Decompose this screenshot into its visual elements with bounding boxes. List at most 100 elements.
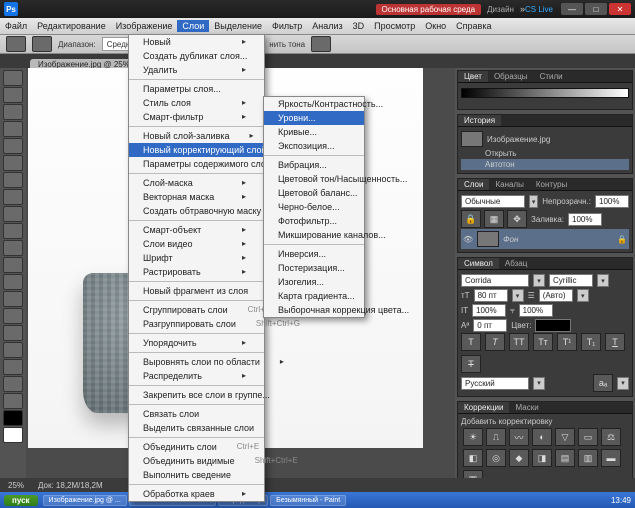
underline-button[interactable]: T — [605, 333, 625, 351]
mi-smart-object[interactable]: Смарт-объект — [129, 223, 264, 237]
subscript-button[interactable]: T₁ — [581, 333, 601, 351]
smi-threshold[interactable]: Изогелия... — [264, 275, 364, 289]
mixer-icon[interactable]: ◆ — [509, 449, 529, 467]
mi-merge[interactable]: Объединить слоиCtrl+E — [129, 440, 264, 454]
mi-duplicate[interactable]: Создать дубликат слоя... — [129, 49, 264, 63]
mi-align[interactable]: Выровнять слои по области — [129, 355, 264, 369]
smi-brightness[interactable]: Яркость/Контрастность... — [264, 97, 364, 111]
tab-layers[interactable]: Слои — [458, 179, 489, 190]
vibrance-icon[interactable]: ▽ — [555, 428, 575, 446]
mi-video-layers[interactable]: Слои видео — [129, 237, 264, 251]
wand-tool[interactable] — [3, 121, 23, 137]
zoom-level[interactable]: 25% — [8, 481, 24, 490]
allcaps-button[interactable]: TT — [509, 333, 529, 351]
menu-window[interactable]: Окно — [420, 20, 451, 32]
eye-icon[interactable]: 👁 — [463, 235, 473, 244]
photofilter-icon[interactable]: ◎ — [486, 449, 506, 467]
mi-type[interactable]: Шрифт — [129, 251, 264, 265]
menu-filter[interactable]: Фильтр — [267, 20, 307, 32]
mi-content-options[interactable]: Параметры содержимого слоя... — [129, 157, 264, 171]
menu-file[interactable]: Файл — [0, 20, 32, 32]
smi-balance[interactable]: Цветовой баланс... — [264, 186, 364, 200]
chevron-down-icon[interactable]: ▾ — [529, 195, 538, 208]
workspace-badge[interactable]: Основная рабочая среда — [376, 4, 482, 15]
pen-tool[interactable] — [3, 308, 23, 324]
chevron-down-icon[interactable]: ▾ — [577, 289, 589, 302]
zoom-tool[interactable] — [3, 393, 23, 409]
smi-gradmap[interactable]: Карта градиента... — [264, 289, 364, 303]
mi-new[interactable]: Новый — [129, 35, 264, 49]
menu-layers[interactable]: Слои — [177, 20, 209, 32]
italic-button[interactable]: T — [485, 333, 505, 351]
font-style[interactable]: Cyrillic — [549, 274, 593, 287]
chevron-down-icon[interactable]: ▾ — [533, 377, 545, 390]
history-step-autotone[interactable]: Автотон — [461, 159, 629, 170]
tab-character[interactable]: Символ — [458, 258, 499, 269]
mi-ungroup[interactable]: Разгруппировать слоиShift+Ctrl+G — [129, 317, 264, 331]
eyedropper-tool[interactable] — [3, 155, 23, 171]
hand-tool[interactable] — [3, 376, 23, 392]
mi-distribute[interactable]: Распределить — [129, 369, 264, 383]
mi-delete[interactable]: Удалить — [129, 63, 264, 77]
mi-adjustment-layer[interactable]: Новый корректирующий слой — [129, 143, 264, 157]
v-scale[interactable]: 100% — [519, 304, 553, 317]
lock-icon[interactable]: 🔒 — [461, 210, 481, 228]
cslive-link[interactable]: CS Live — [525, 5, 553, 14]
dodge-tool[interactable] — [3, 291, 23, 307]
tab-color[interactable]: Цвет — [458, 71, 488, 82]
history-brush-tool[interactable] — [3, 223, 23, 239]
hue-icon[interactable]: ▭ — [578, 428, 598, 446]
baseline-shift[interactable]: 0 пт — [473, 319, 507, 332]
lock-position-icon[interactable]: ✥ — [507, 210, 527, 228]
mi-slice-from-layer[interactable]: Новый фрагмент из слоя — [129, 284, 264, 298]
layer-background[interactable]: 👁 Фон 🔒 — [461, 229, 629, 249]
smi-bw[interactable]: Черно-белое... — [264, 200, 364, 214]
tab-swatches[interactable]: Образцы — [488, 71, 534, 82]
mi-vector-mask[interactable]: Векторная маска — [129, 190, 264, 204]
brush-preset-icon[interactable] — [32, 36, 52, 52]
mi-select-linked[interactable]: Выделить связанные слои — [129, 421, 264, 435]
type-tool[interactable] — [3, 325, 23, 341]
eraser-tool[interactable] — [3, 240, 23, 256]
invert-icon[interactable]: ◨ — [532, 449, 552, 467]
mi-matting[interactable]: Обработка краев — [129, 487, 264, 501]
lasso-tool[interactable] — [3, 104, 23, 120]
shape-tool[interactable] — [3, 359, 23, 375]
aa-select[interactable]: aₐ — [593, 374, 613, 392]
balance-icon[interactable]: ⚖ — [601, 428, 621, 446]
menu-analysis[interactable]: Анализ — [307, 20, 347, 32]
mi-merge-visible[interactable]: Объединить видимыеShift+Ctrl+E — [129, 454, 264, 468]
smi-selective[interactable]: Выборочная коррекция цвета... — [264, 303, 364, 317]
smi-hue[interactable]: Цветовой тон/Насыщенность... — [264, 172, 364, 186]
maximize-button[interactable]: □ — [585, 3, 607, 15]
mi-layer-mask[interactable]: Слой-маска — [129, 176, 264, 190]
smi-mixer[interactable]: Микширование каналов... — [264, 228, 364, 242]
history-step-open[interactable]: Открыть — [461, 148, 629, 159]
language-select[interactable]: Русский — [461, 377, 529, 390]
mi-clipping-mask[interactable]: Создать обтравочную маскуAlt+Ctrl+G — [129, 204, 264, 218]
background-swatch[interactable] — [3, 427, 23, 443]
bw-icon[interactable]: ◧ — [463, 449, 483, 467]
curves-icon[interactable]: 〰 — [509, 428, 529, 446]
task-item[interactable]: Безымянный - Paint — [270, 495, 346, 506]
task-item[interactable]: Изображение.jpg @ ... — [43, 495, 127, 506]
marquee-tool[interactable] — [3, 87, 23, 103]
smi-posterize[interactable]: Постеризация... — [264, 261, 364, 275]
gradient-tool[interactable] — [3, 257, 23, 273]
blur-tool[interactable] — [3, 274, 23, 290]
hue-slider[interactable] — [461, 88, 629, 98]
tab-styles[interactable]: Стили — [534, 71, 569, 82]
menu-edit[interactable]: Редактирование — [32, 20, 111, 32]
leading[interactable]: (Авто) — [539, 289, 573, 302]
brightness-icon[interactable]: ☀ — [463, 428, 483, 446]
smi-levels[interactable]: Уровни... — [264, 111, 364, 125]
chevron-down-icon[interactable]: ▾ — [533, 274, 545, 287]
foreground-swatch[interactable] — [3, 410, 23, 426]
tab-history[interactable]: История — [458, 115, 501, 126]
tab-paragraph[interactable]: Абзац — [499, 258, 533, 269]
superscript-button[interactable]: T¹ — [557, 333, 577, 351]
crop-tool[interactable] — [3, 138, 23, 154]
chevron-down-icon[interactable]: ▾ — [512, 289, 524, 302]
smi-invert[interactable]: Инверсия... — [264, 247, 364, 261]
levels-icon[interactable]: ⎍ — [486, 428, 506, 446]
